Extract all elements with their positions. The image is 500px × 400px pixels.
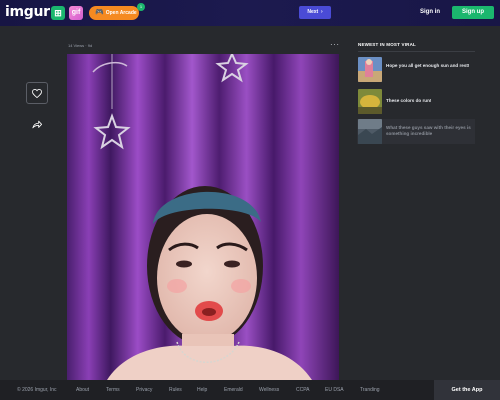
gif-button[interactable]: gif bbox=[69, 6, 83, 20]
footer-link-help[interactable]: Help bbox=[197, 387, 207, 393]
viral-item-title: These colors do run! bbox=[386, 98, 432, 103]
footer-link-terms[interactable]: Terms bbox=[106, 387, 120, 393]
arcade-label: Open Arcade bbox=[105, 10, 137, 16]
footer-link-rules[interactable]: Rules bbox=[169, 387, 182, 393]
footer-copyright: © 2026 Imgur, Inc bbox=[17, 387, 57, 393]
gamepad-icon: 🎮 bbox=[95, 9, 104, 16]
top-nav-bar: imgur ⊞ gif 🎮 Open Arcade 1 Next › Sign i… bbox=[0, 0, 500, 26]
heart-icon bbox=[32, 88, 42, 98]
next-post-button[interactable]: Next › bbox=[299, 6, 331, 19]
viral-item-title: Hope you all get enough sun and rest! bbox=[386, 63, 470, 68]
divider bbox=[358, 51, 475, 52]
get-the-app-button[interactable]: Get the App bbox=[434, 380, 500, 400]
viral-thumbnail bbox=[358, 57, 382, 82]
footer-link-privacy[interactable]: Privacy bbox=[136, 387, 152, 393]
viral-list-item[interactable]: These colors do run! bbox=[357, 89, 475, 114]
share-arrow-icon bbox=[32, 120, 42, 128]
footer-link-trending[interactable]: Tranding bbox=[360, 387, 380, 393]
next-label: Next bbox=[307, 9, 319, 15]
footer-link-emerald[interactable]: Emerald bbox=[224, 387, 243, 393]
footer-link-wellness[interactable]: Wellness bbox=[259, 387, 279, 393]
sign-in-link[interactable]: Sign in bbox=[420, 9, 440, 15]
more-options-button[interactable]: ··· bbox=[330, 40, 340, 49]
footer-link-eu-dsa[interactable]: EU DSA bbox=[325, 387, 344, 393]
upload-button[interactable]: ⊞ bbox=[51, 6, 65, 20]
chevron-right-icon: › bbox=[319, 9, 323, 15]
favorite-button[interactable] bbox=[26, 82, 48, 104]
viral-section-title: NEWEST IN MOST VIRAL bbox=[358, 42, 416, 47]
gif-label: gif bbox=[71, 9, 81, 16]
viral-list-item[interactable]: Hope you all get enough sun and rest! bbox=[357, 57, 475, 82]
share-button[interactable] bbox=[30, 118, 44, 130]
viral-thumbnail bbox=[358, 119, 382, 144]
footer-link-about[interactable]: About bbox=[76, 387, 89, 393]
imgur-logo[interactable]: imgur bbox=[5, 4, 50, 20]
plus-icon: ⊞ bbox=[54, 8, 62, 18]
footer-link-ccpa[interactable]: CCPA bbox=[296, 387, 310, 393]
open-arcade-button[interactable]: 🎮 Open Arcade bbox=[89, 6, 139, 20]
sign-up-button[interactable]: Sign up bbox=[452, 6, 494, 19]
post-image[interactable] bbox=[67, 54, 339, 380]
post-meta: 14 Views · 9d bbox=[68, 43, 93, 48]
arcade-notification-badge: 1 bbox=[137, 3, 145, 11]
viral-item-title: What these guys saw with their eyes is s… bbox=[386, 125, 471, 136]
viral-list-item[interactable]: What these guys saw with their eyes is s… bbox=[357, 119, 475, 144]
footer: © 2026 Imgur, Inc About Terms Privacy Ru… bbox=[0, 380, 500, 400]
viral-thumbnail bbox=[358, 89, 382, 114]
